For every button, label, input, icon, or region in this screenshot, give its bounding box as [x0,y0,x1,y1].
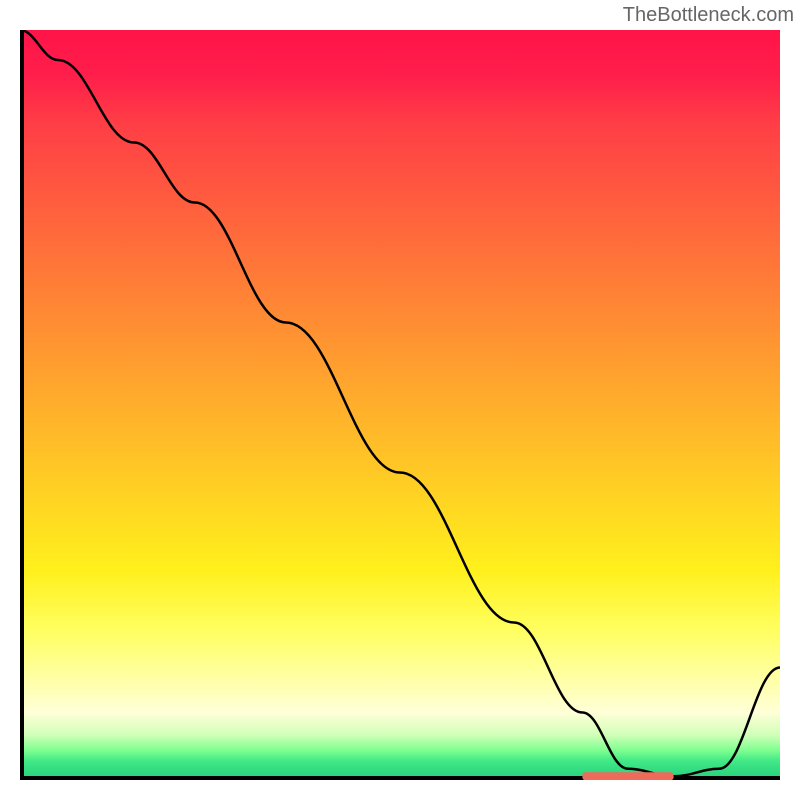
attribution-text: TheBottleneck.com [623,4,794,27]
bottleneck-curve [20,30,780,776]
chart-container: TheBottleneck.com [0,0,800,800]
optimal-range-marker [582,772,673,780]
chart-svg [20,30,780,780]
plot-area [20,30,780,780]
